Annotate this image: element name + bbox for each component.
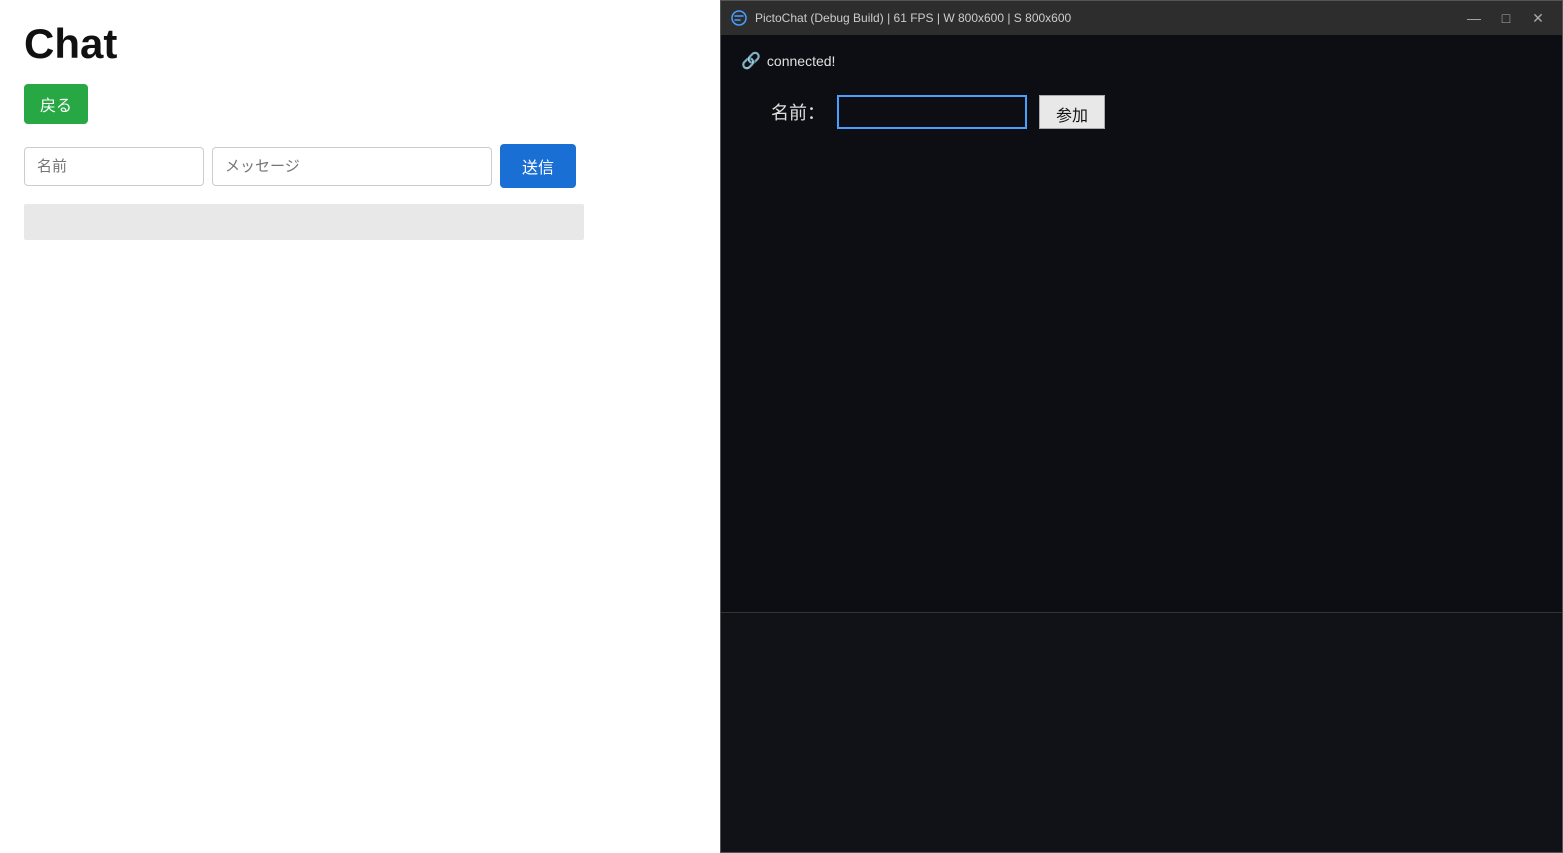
message-input[interactable] xyxy=(212,147,492,186)
minimize-button[interactable]: — xyxy=(1460,8,1488,28)
window-titlebar: PictoChat (Debug Build) | 61 FPS | W 800… xyxy=(721,1,1562,35)
chat-form: 送信 xyxy=(24,144,696,188)
window-content-top: 🔗 connected! 名前： 参加 xyxy=(721,35,1562,612)
join-form: 名前： 参加 xyxy=(771,95,1542,129)
close-button[interactable]: ✕ xyxy=(1524,8,1552,28)
window-title-left: PictoChat (Debug Build) | 61 FPS | W 800… xyxy=(731,10,1071,26)
window-controls: — □ ✕ xyxy=(1460,8,1552,28)
send-button[interactable]: 送信 xyxy=(500,144,576,188)
connected-icon: 🔗 xyxy=(741,51,761,71)
app-icon xyxy=(731,10,747,26)
name-input[interactable] xyxy=(24,147,204,186)
window-content-bottom xyxy=(721,612,1562,852)
join-button[interactable]: 参加 xyxy=(1039,95,1105,129)
connected-text: connected! xyxy=(767,53,836,69)
join-name-input[interactable] xyxy=(837,95,1027,129)
page-title: Chat xyxy=(24,20,696,68)
right-panel: PictoChat (Debug Build) | 61 FPS | W 800… xyxy=(720,0,1563,853)
chat-area xyxy=(24,204,584,240)
name-label: 名前： xyxy=(771,99,825,125)
left-panel: Chat 戻る 送信 xyxy=(0,0,720,853)
back-button[interactable]: 戻る xyxy=(24,84,88,124)
maximize-button[interactable]: □ xyxy=(1492,8,1520,28)
window-title-text: PictoChat (Debug Build) | 61 FPS | W 800… xyxy=(755,11,1071,25)
window-frame: PictoChat (Debug Build) | 61 FPS | W 800… xyxy=(720,0,1563,853)
connected-status: 🔗 connected! xyxy=(741,51,1542,71)
